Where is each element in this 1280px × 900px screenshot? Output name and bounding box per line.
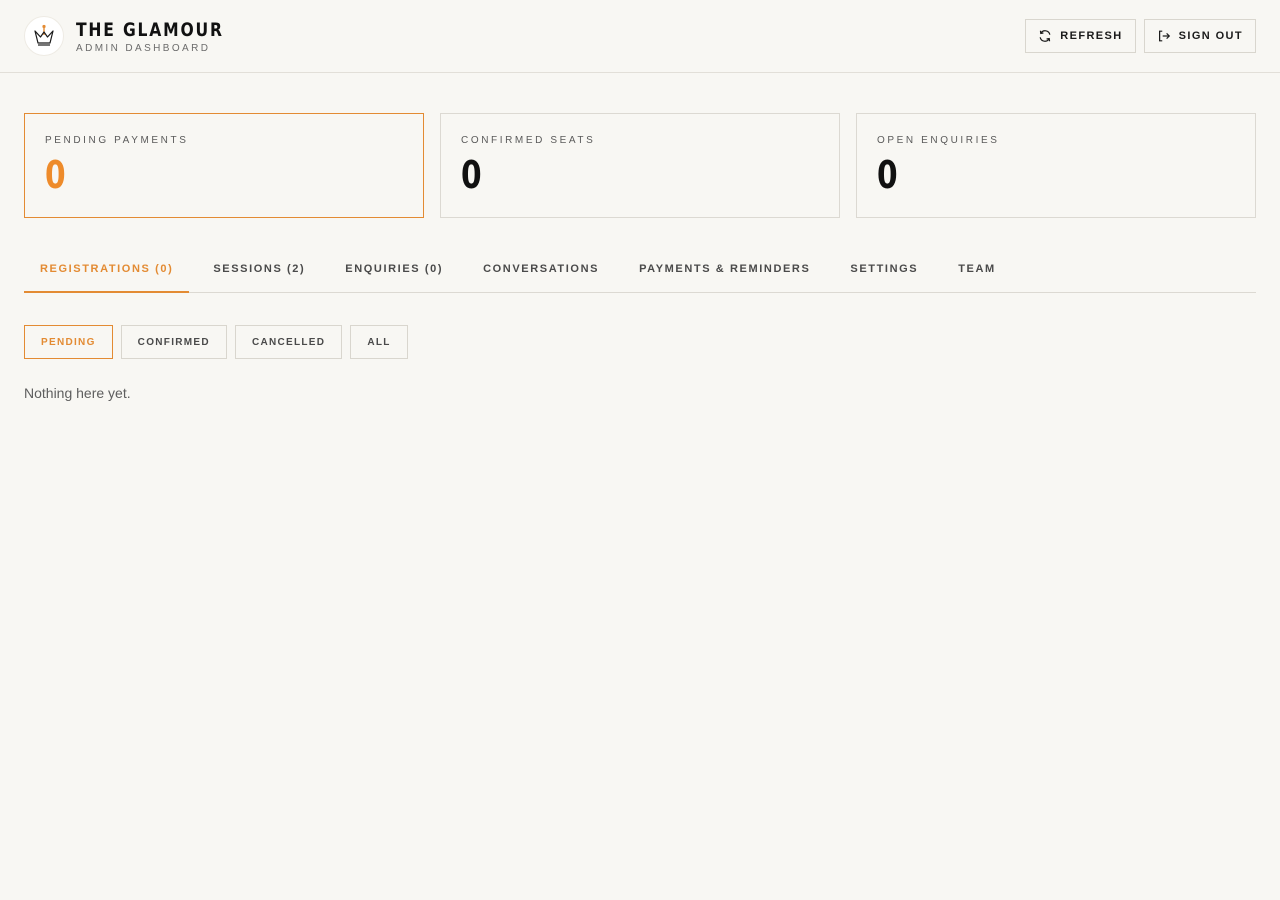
sign-out-icon — [1158, 30, 1170, 42]
empty-state: Nothing here yet. — [24, 385, 131, 401]
stat-label: PENDING PAYMENTS — [45, 135, 189, 146]
main-tabs: REGISTRATIONS (0) SESSIONS (2) ENQUIRIES… — [24, 250, 1256, 293]
brand-subtitle: ADMIN DASHBOARD — [76, 42, 211, 54]
brand-title: THE GLAMOUR — [76, 18, 224, 41]
filter-cancelled[interactable]: CANCELLED — [234, 325, 343, 359]
stat-label: OPEN ENQUIRIES — [877, 135, 1000, 146]
stat-card-open-enquiries[interactable]: OPEN ENQUIRIES 0 — [856, 113, 1256, 218]
tab-payments-reminders[interactable]: PAYMENTS & REMINDERS — [623, 250, 826, 292]
filter-all[interactable]: ALL — [350, 325, 408, 359]
stat-value: 0 — [45, 153, 66, 197]
tab-sessions[interactable]: SESSIONS (2) — [197, 250, 321, 292]
app-header: THE GLAMOUR ADMIN DASHBOARD REFRESH SIGN… — [0, 0, 1280, 73]
tab-settings[interactable]: SETTINGS — [834, 250, 934, 292]
brand-text: THE GLAMOUR ADMIN DASHBOARD — [76, 19, 226, 54]
stat-label: CONFIRMED SEATS — [461, 135, 596, 146]
filter-confirmed[interactable]: CONFIRMED — [120, 325, 227, 359]
sign-out-button[interactable]: SIGN OUT — [1143, 19, 1256, 53]
stats-row: PENDING PAYMENTS 0 CONFIRMED SEATS 0 OPE… — [24, 113, 1256, 218]
tab-team[interactable]: TEAM — [942, 250, 1012, 292]
stat-card-confirmed-seats[interactable]: CONFIRMED SEATS 0 — [440, 113, 840, 218]
stat-value: 0 — [877, 153, 898, 197]
status-filters: PENDING CONFIRMED CANCELLED ALL — [24, 325, 1256, 359]
main-content: PENDING PAYMENTS 0 CONFIRMED SEATS 0 OPE… — [0, 73, 1280, 401]
crown-logo-graphic — [34, 24, 54, 46]
header-actions: REFRESH SIGN OUT — [1025, 19, 1256, 53]
filter-pending[interactable]: PENDING — [24, 325, 113, 359]
brand: THE GLAMOUR ADMIN DASHBOARD — [24, 16, 226, 56]
sign-out-label: SIGN OUT — [1178, 30, 1243, 42]
tab-registrations[interactable]: REGISTRATIONS (0) — [24, 250, 190, 293]
refresh-button[interactable]: REFRESH — [1025, 19, 1136, 53]
refresh-label: REFRESH — [1060, 30, 1123, 42]
stat-card-pending-payments[interactable]: PENDING PAYMENTS 0 — [24, 113, 424, 218]
stat-value: 0 — [461, 153, 482, 197]
crown-icon — [24, 16, 64, 56]
tab-enquiries[interactable]: ENQUIRIES (0) — [329, 250, 459, 292]
tab-conversations[interactable]: CONVERSATIONS — [467, 250, 615, 292]
refresh-icon — [1039, 30, 1051, 42]
